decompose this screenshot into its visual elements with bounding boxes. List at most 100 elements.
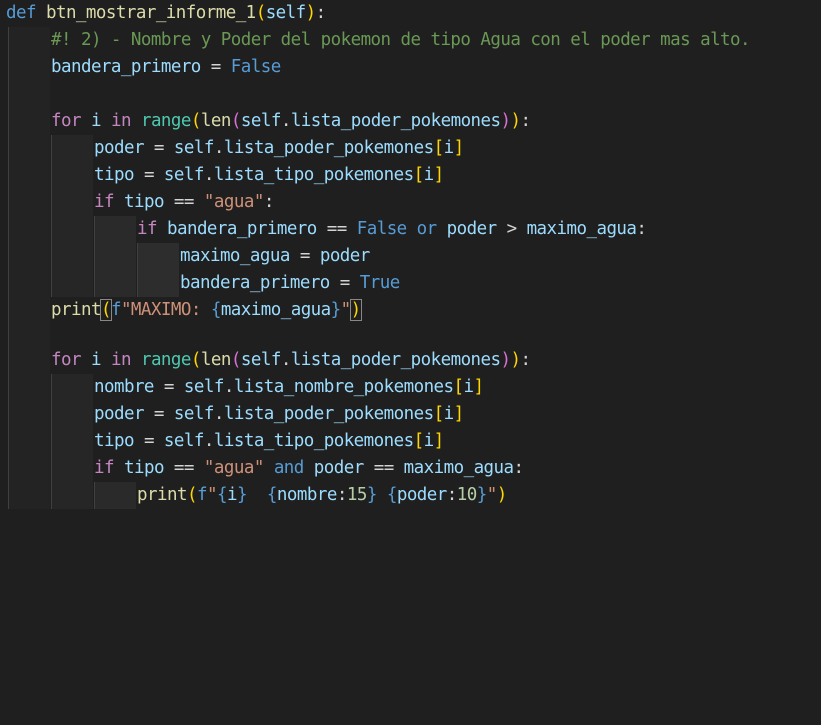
code-line[interactable]: poder = self.lista_poder_pokemones[i] <box>0 135 464 162</box>
code-line[interactable]: bandera_primero = False <box>0 54 281 81</box>
code-token: lista_tipo_pokemones <box>213 165 414 185</box>
code-token: ) <box>349 299 362 321</box>
code-token: len <box>200 350 232 370</box>
code-line[interactable]: tipo = self.lista_tipo_pokemones[i] <box>0 162 444 189</box>
code-token: ) <box>510 350 522 370</box>
code-token: i <box>443 138 455 158</box>
code-token: = <box>153 377 184 397</box>
code-token: ] <box>473 377 485 397</box>
line-code: if bandera_primero == False or poder > m… <box>137 216 647 243</box>
code-line[interactable]: print(f"MAXIMO: {maximo_agua}") <box>0 297 362 324</box>
code-token: maximo_agua <box>220 300 331 320</box>
code-token: self <box>240 350 282 370</box>
line-code: if tipo == "agua": <box>94 189 274 216</box>
code-token: i <box>463 377 475 397</box>
line-code: print(f"MAXIMO: {maximo_agua}") <box>51 297 362 324</box>
code-line[interactable]: def btn_mostrar_informe_1(self): <box>0 0 326 27</box>
code-line[interactable]: if bandera_primero == False or poder > m… <box>0 216 647 243</box>
code-token: ) <box>305 3 317 23</box>
code-token: . <box>203 431 215 451</box>
code-token: " <box>340 300 352 320</box>
code-token: or <box>416 219 438 239</box>
code-token: poder <box>319 246 370 266</box>
indent-guide <box>8 243 9 270</box>
code-line[interactable]: #! 2) - Nombre y Poder del pokemon de ti… <box>0 27 751 54</box>
line-code: print(f"{i} {nombre:15} {poder:10}") <box>137 482 507 509</box>
code-token: "MAXIMO: <box>120 300 211 320</box>
code-token: self <box>163 165 205 185</box>
code-token: [ <box>453 377 465 397</box>
code-token: == <box>163 458 204 478</box>
code-token: = <box>133 165 164 185</box>
code-token: self <box>240 111 282 131</box>
code-token: } <box>366 485 378 505</box>
code-token: { <box>210 300 222 320</box>
line-code: if tipo == "agua" and poder == maximo_ag… <box>94 455 524 482</box>
code-token: { <box>386 485 398 505</box>
code-line[interactable]: bandera_primero = True <box>0 270 400 297</box>
code-token: : <box>336 485 348 505</box>
code-token: and <box>273 458 305 478</box>
code-token: f <box>110 300 122 320</box>
code-line[interactable]: maximo_agua = poder <box>0 243 370 270</box>
code-token: ] <box>453 138 465 158</box>
code-token: { <box>266 485 278 505</box>
code-line[interactable]: nombre = self.lista_nombre_pokemones[i] <box>0 374 484 401</box>
code-line[interactable]: for i in range(len(self.lista_poder_poke… <box>0 108 531 135</box>
code-editor[interactable]: def btn_mostrar_informe_1(self): #! 2) -… <box>0 0 821 528</box>
code-token: #! 2) - Nombre y Poder del pokemon de ti… <box>51 30 751 50</box>
code-token: [ <box>413 165 425 185</box>
indent-guide <box>8 428 9 455</box>
code-token: { <box>216 485 228 505</box>
code-token: i <box>90 111 102 131</box>
code-token: lista_poder_pokemones <box>290 111 501 131</box>
code-token: print <box>51 300 101 320</box>
code-token: bandera_primero <box>166 219 317 239</box>
line-code: #! 2) - Nombre y Poder del pokemon de ti… <box>51 27 751 54</box>
code-token: } <box>330 300 342 320</box>
code-line[interactable]: poder = self.lista_poder_pokemones[i] <box>0 401 464 428</box>
code-token: [ <box>413 431 425 451</box>
code-line[interactable]: for i in range(len(self.lista_poder_poke… <box>0 347 531 374</box>
code-line[interactable] <box>0 81 50 108</box>
code-line[interactable]: print(f"{i} {nombre:15} {poder:10}") <box>0 482 507 509</box>
code-token: lista_nombre_pokemones <box>233 377 454 397</box>
indent-guide <box>8 216 9 243</box>
code-token: self <box>173 138 215 158</box>
code-token: ) <box>500 350 512 370</box>
indent-guide <box>8 482 9 509</box>
code-line[interactable]: tipo = self.lista_tipo_pokemones[i] <box>0 428 444 455</box>
indent-guide <box>8 162 9 189</box>
code-token: poder <box>396 485 447 505</box>
indent-guide <box>94 216 95 243</box>
indent-guide <box>8 297 9 324</box>
code-token: = <box>200 57 231 77</box>
code-token: i <box>443 404 455 424</box>
code-token: btn_mostrar_informe_1 <box>45 3 256 23</box>
code-token: . <box>223 377 235 397</box>
line-code: def btn_mostrar_informe_1(self): <box>6 0 326 27</box>
code-token: nombre <box>94 377 154 397</box>
code-token: ] <box>433 431 445 451</box>
code-line[interactable]: if tipo == "agua": <box>0 189 274 216</box>
code-token: : <box>520 111 532 131</box>
code-token: ] <box>453 404 465 424</box>
code-token: nombre <box>276 485 337 505</box>
code-line[interactable]: if tipo == "agua" and poder == maximo_ag… <box>0 455 524 482</box>
code-token: ( <box>99 299 112 321</box>
indent-guide <box>8 270 9 297</box>
indent-guide <box>8 81 9 108</box>
indent-guide <box>8 455 9 482</box>
indent-guide <box>137 243 138 270</box>
indent-guide <box>51 189 52 216</box>
code-token: self <box>173 404 215 424</box>
code-token: bandera_primero <box>180 273 330 293</box>
code-token: ( <box>255 3 267 23</box>
code-token: False <box>230 57 281 77</box>
indent-guide <box>8 347 9 374</box>
code-token: i <box>423 431 435 451</box>
code-token: . <box>203 165 215 185</box>
